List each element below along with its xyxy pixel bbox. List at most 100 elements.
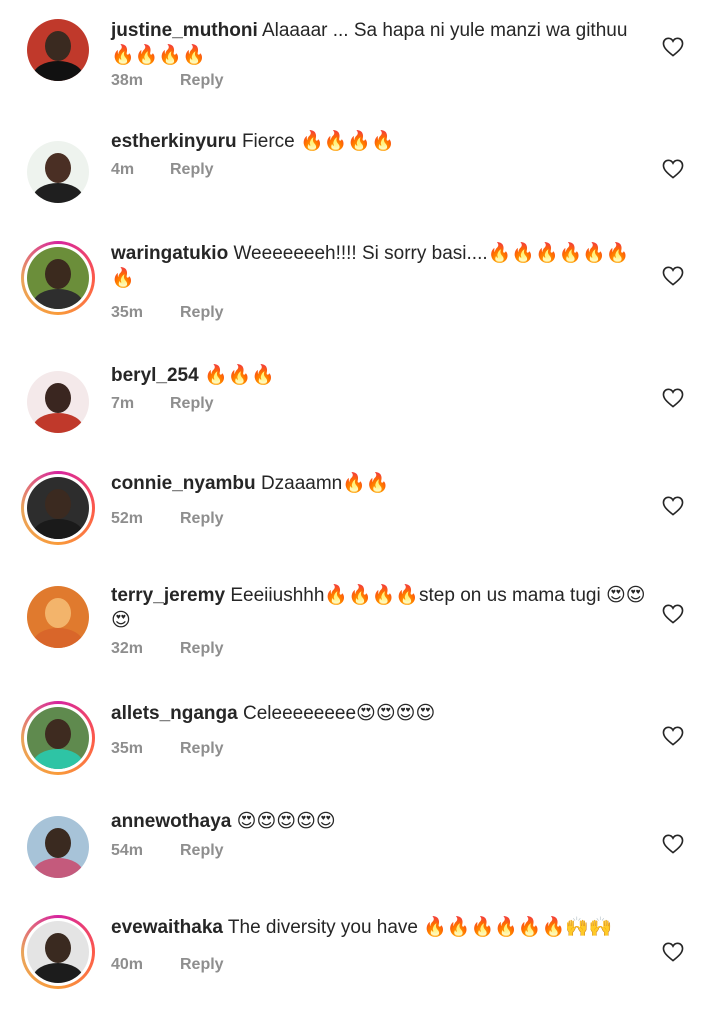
avatar (27, 141, 89, 203)
avatar-container[interactable] (27, 816, 89, 878)
comment-username[interactable]: estherkinyuru (111, 131, 237, 152)
avatar (27, 19, 89, 81)
story-ring-avatar[interactable] (21, 241, 95, 315)
comment-meta: 38m Reply (111, 72, 224, 90)
reply-button[interactable]: Reply (180, 740, 224, 758)
comment-timestamp: 7m (111, 395, 135, 412)
comment-item: terry_jeremy Eeeiiushhh🔥🔥🔥🔥step on us ma… (0, 585, 720, 685)
comment-text-block: annewothaya 😍😍😍😍😍 (111, 809, 651, 834)
heart-outline (662, 834, 684, 854)
comment-text-block: justine_muthoni Alaaaar ... Sa hapa ni y… (111, 18, 651, 68)
comment-text-block: waringatukio Weeeeeeeh!!!! Si sorry basi… (111, 241, 651, 291)
heart-icon[interactable] (662, 604, 684, 624)
avatar (27, 477, 89, 539)
heart-outline (662, 726, 684, 746)
reply-button[interactable]: Reply (180, 842, 224, 860)
comment-timestamp: 35m (111, 740, 144, 757)
heart-outline (662, 388, 684, 408)
comment-meta: 35m Reply (111, 304, 224, 322)
avatar-container[interactable] (27, 371, 89, 433)
comment-text-block: beryl_254 🔥🔥🔥 (111, 363, 651, 388)
comment-meta: 35m Reply (111, 740, 224, 758)
comment-text: Celeeeeeeee😍😍😍😍 (243, 703, 436, 724)
avatar (27, 247, 89, 309)
avatar-container[interactable] (27, 141, 89, 203)
avatar-container[interactable] (27, 586, 89, 648)
comment-meta: 32m Reply (111, 640, 224, 658)
avatar-body-shape (33, 519, 83, 539)
reply-button[interactable]: Reply (180, 72, 224, 90)
avatar (27, 586, 89, 648)
avatar-body-shape (33, 289, 83, 309)
comment-username[interactable]: annewothaya (111, 811, 231, 832)
comment-text-block: evewaithaka The diversity you have 🔥🔥🔥🔥🔥… (111, 915, 651, 940)
comment-item: estherkinyuru Fierce 🔥🔥🔥🔥 4m Reply (0, 131, 720, 240)
story-ring-avatar[interactable] (21, 701, 95, 775)
heart-icon[interactable] (662, 942, 684, 962)
comment-timestamp: 35m (111, 304, 144, 321)
comment-username[interactable]: justine_muthoni (111, 20, 258, 41)
story-ring-avatar[interactable] (21, 471, 95, 545)
avatar-body-shape (33, 61, 83, 81)
heart-outline (662, 942, 684, 962)
avatar-head-shape (45, 259, 71, 289)
reply-button[interactable]: Reply (170, 395, 214, 413)
reply-button[interactable]: Reply (180, 640, 224, 658)
reply-button[interactable]: Reply (180, 510, 224, 528)
comment-username[interactable]: waringatukio (111, 243, 228, 264)
avatar-body-shape (33, 963, 83, 983)
comment-text: Dzaaamn🔥🔥 (260, 473, 390, 494)
comment-meta: 7m Reply (111, 395, 214, 413)
avatar-head-shape (45, 31, 71, 61)
comment-meta: 52m Reply (111, 510, 224, 528)
heart-outline (662, 159, 684, 179)
reply-button[interactable]: Reply (180, 304, 224, 322)
comment-text: 😍😍😍😍😍 (236, 811, 336, 832)
avatar-body-shape (33, 183, 83, 203)
comment-timestamp: 32m (111, 640, 144, 657)
heart-outline (662, 496, 684, 516)
heart-icon[interactable] (662, 159, 684, 179)
comment-username[interactable]: allets_nganga (111, 703, 238, 724)
comment-username[interactable]: connie_nyambu (111, 473, 256, 494)
avatar-container[interactable] (27, 19, 89, 81)
reply-button[interactable]: Reply (170, 161, 214, 179)
heart-outline (662, 37, 684, 57)
heart-icon[interactable] (662, 266, 684, 286)
comment-meta: 40m Reply (111, 956, 224, 974)
comment-meta: 4m Reply (111, 161, 214, 179)
comment-text-block: connie_nyambu Dzaaamn🔥🔥 (111, 471, 651, 496)
comment-text-block: estherkinyuru Fierce 🔥🔥🔥🔥 (111, 129, 651, 154)
comment-text-block: allets_nganga Celeeeeeeee😍😍😍😍 (111, 701, 651, 726)
avatar-body-shape (33, 858, 83, 878)
comment-username[interactable]: beryl_254 (111, 365, 199, 386)
comment-text: Fierce 🔥🔥🔥🔥 (241, 131, 395, 152)
heart-icon[interactable] (662, 496, 684, 516)
comment-item: beryl_254 🔥🔥🔥 7m Reply (0, 365, 720, 470)
heart-icon[interactable] (662, 834, 684, 854)
comment-timestamp: 4m (111, 161, 135, 178)
comment-username[interactable]: terry_jeremy (111, 585, 225, 606)
avatar-head-shape (45, 828, 71, 858)
heart-outline (662, 266, 684, 286)
heart-icon[interactable] (662, 388, 684, 408)
avatar-body-shape (33, 413, 83, 433)
heart-icon[interactable] (662, 37, 684, 57)
comment-item: waringatukio Weeeeeeeh!!!! Si sorry basi… (0, 241, 720, 341)
comment-timestamp: 40m (111, 956, 144, 973)
heart-icon[interactable] (662, 726, 684, 746)
avatar-body-shape (33, 628, 83, 648)
avatar-head-shape (45, 383, 71, 413)
comment-username[interactable]: evewaithaka (111, 917, 223, 938)
avatar (27, 816, 89, 878)
comment-timestamp: 38m (111, 72, 144, 89)
story-ring-avatar[interactable] (21, 915, 95, 989)
avatar (27, 707, 89, 769)
comment-text: The diversity you have 🔥🔥🔥🔥🔥🔥🙌🙌 (227, 917, 613, 938)
comment-item: justine_muthoni Alaaaar ... Sa hapa ni y… (0, 18, 720, 118)
comment-item: evewaithaka The diversity you have 🔥🔥🔥🔥🔥… (0, 915, 720, 1015)
avatar-head-shape (45, 153, 71, 183)
comment-timestamp: 52m (111, 510, 144, 527)
reply-button[interactable]: Reply (180, 956, 224, 974)
comment-text: 🔥🔥🔥 (203, 365, 275, 386)
